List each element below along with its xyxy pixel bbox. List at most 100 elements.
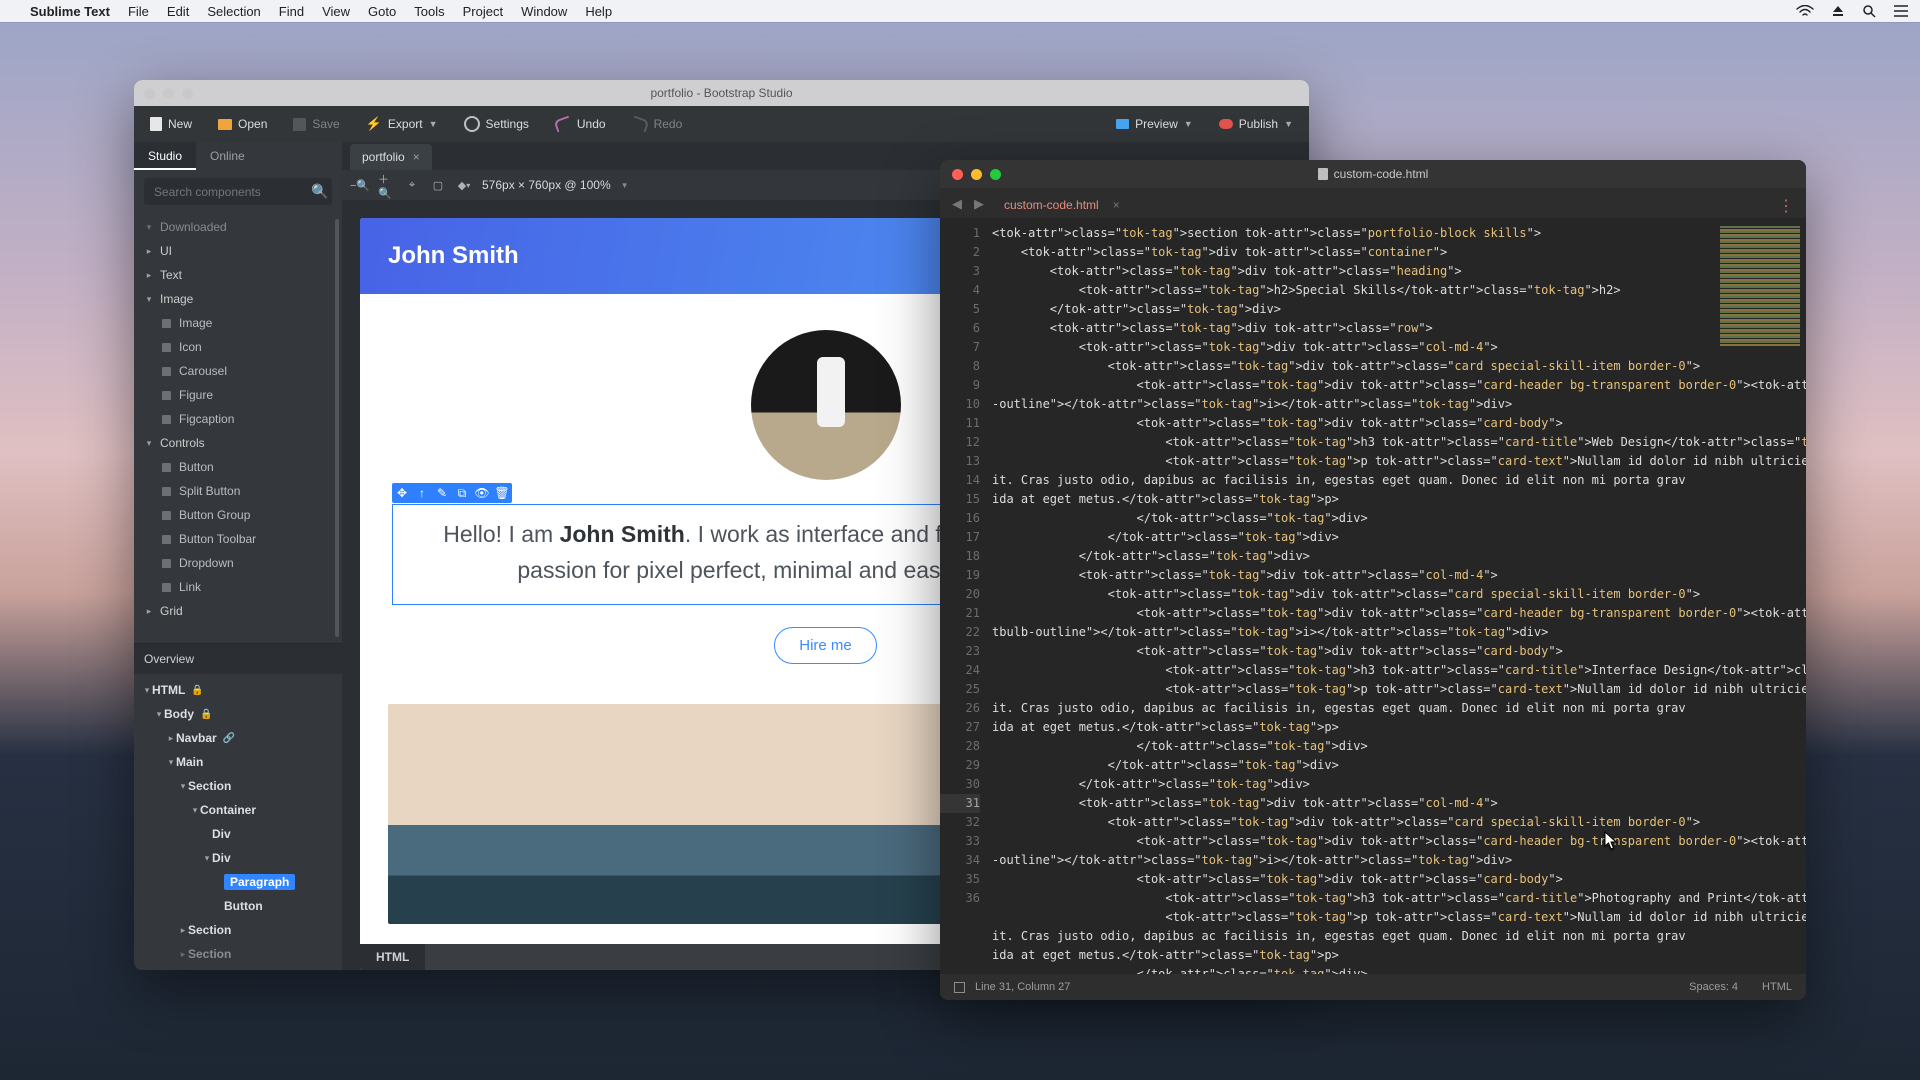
move-icon[interactable]: ✥	[392, 483, 412, 503]
crosshair-icon[interactable]: ⌖	[404, 177, 420, 193]
more-icon[interactable]: ⋮	[1778, 196, 1796, 216]
tree-image-figcaption[interactable]: Figcaption	[134, 407, 342, 431]
menu-help[interactable]: Help	[585, 4, 612, 19]
editor-tab[interactable]: custom-code.html ×	[990, 192, 1134, 218]
up-icon[interactable]: ↑	[412, 483, 432, 503]
tree-controls-split[interactable]: Split Button	[134, 479, 342, 503]
line-gutter: 1234567891011121314151617181920212223242…	[940, 218, 988, 974]
search-icon[interactable]: 🔍	[311, 183, 328, 200]
bs-titlebar[interactable]: portfolio - Bootstrap Studio	[134, 80, 1309, 106]
zoom-out-icon[interactable]: −🔍	[352, 177, 368, 193]
lock-icon: 🔒	[191, 685, 203, 696]
menu-find[interactable]: Find	[279, 4, 304, 19]
tree-controls-dropdown[interactable]: Dropdown	[134, 551, 342, 575]
nav-fwd-icon[interactable]: ▶	[968, 190, 990, 218]
menu-extra-icon[interactable]	[1894, 5, 1908, 17]
code-editor[interactable]: 1234567891011121314151617181920212223242…	[940, 218, 1806, 974]
search-input[interactable]	[152, 184, 311, 200]
hire-me-button[interactable]: Hire me	[774, 627, 877, 664]
sidebar-tab-studio[interactable]: Studio	[134, 142, 196, 170]
preview-icon	[1116, 119, 1129, 129]
new-button[interactable]: New	[144, 113, 198, 135]
open-button[interactable]: Open	[212, 113, 273, 135]
tree-text[interactable]: ▸Text	[134, 263, 342, 287]
spotlight-icon[interactable]	[1862, 4, 1876, 18]
nav-back-icon[interactable]: ◀	[946, 190, 968, 218]
ov-section-1[interactable]: ▾Section	[134, 774, 342, 798]
settings-button[interactable]: Settings	[458, 112, 535, 136]
ov-section-2[interactable]: ▸Section	[134, 918, 342, 942]
bottom-tab-html[interactable]: HTML	[360, 944, 425, 970]
edit-icon[interactable]: ✎	[432, 483, 452, 503]
redo-icon	[630, 116, 649, 133]
export-button[interactable]: ⚡Export▼	[360, 112, 444, 136]
chevron-down-icon: ▼	[429, 119, 438, 129]
eject-icon[interactable]	[1832, 5, 1844, 17]
ov-main[interactable]: ▾Main	[134, 750, 342, 774]
st-titlebar[interactable]: custom-code.html	[940, 160, 1806, 188]
wifi-icon[interactable]	[1796, 5, 1814, 17]
app-name[interactable]: Sublime Text	[30, 4, 110, 19]
ov-html[interactable]: ▾HTML🔒	[134, 678, 342, 702]
code-area[interactable]: <tok-attr">class="tok-tag">section tok-a…	[988, 218, 1806, 974]
minimap[interactable]	[1720, 226, 1800, 346]
menu-selection[interactable]: Selection	[207, 4, 260, 19]
portfolio-avatar[interactable]	[751, 330, 901, 480]
ov-paragraph[interactable]: Paragraph	[134, 870, 342, 894]
undo-button[interactable]: Undo	[549, 113, 612, 135]
status-lang[interactable]: HTML	[1762, 981, 1792, 993]
bolt-icon: ⚡	[366, 116, 382, 132]
design-tab-label: portfolio	[362, 150, 405, 164]
bs-window-title: portfolio - Bootstrap Studio	[134, 86, 1309, 100]
tree-image-carousel[interactable]: Carousel	[134, 359, 342, 383]
layers-icon[interactable]: ◆▾	[456, 177, 472, 193]
tree-image[interactable]: ▾Image	[134, 287, 342, 311]
redo-button[interactable]: Redo	[626, 113, 689, 135]
status-box-icon[interactable]	[954, 982, 965, 993]
zoom-in-icon[interactable]: ＋🔍	[378, 177, 394, 193]
ov-body[interactable]: ▾Body🔒	[134, 702, 342, 726]
close-icon[interactable]: ×	[1113, 198, 1120, 212]
component-tree: ▾Downloaded ▸UI ▸Text ▾Image Image Icon …	[134, 213, 342, 644]
publish-button[interactable]: Publish▼	[1213, 113, 1299, 135]
box-icon[interactable]: ▢	[430, 177, 446, 193]
tree-controls-button[interactable]: Button	[134, 455, 342, 479]
save-button[interactable]: Save	[287, 113, 345, 135]
menu-edit[interactable]: Edit	[167, 4, 189, 19]
ov-div-2[interactable]: ▾Div	[134, 846, 342, 870]
tree-image-image[interactable]: Image	[134, 311, 342, 335]
chevron-down-icon: ▼	[1184, 119, 1193, 129]
component-search[interactable]: 🔍	[144, 178, 332, 205]
tree-grid[interactable]: ▸Grid	[134, 599, 342, 623]
tree-controls-link[interactable]: Link	[134, 575, 342, 599]
tree-image-figure[interactable]: Figure	[134, 383, 342, 407]
viewport-size[interactable]: 576px × 760px @ 100%	[482, 178, 611, 192]
tree-image-icon[interactable]: Icon	[134, 335, 342, 359]
ov-navbar[interactable]: ▸Navbar🔗	[134, 726, 342, 750]
delete-icon[interactable]: 🗑	[492, 483, 512, 503]
tree-downloaded[interactable]: ▾Downloaded	[134, 215, 342, 239]
gear-icon	[464, 116, 480, 132]
menu-window[interactable]: Window	[521, 4, 567, 19]
menu-view[interactable]: View	[322, 4, 350, 19]
ov-button[interactable]: Button	[134, 894, 342, 918]
menu-tools[interactable]: Tools	[414, 4, 444, 19]
hide-icon[interactable]: 👁	[472, 483, 492, 503]
ov-div-1[interactable]: Div	[134, 822, 342, 846]
close-icon[interactable]: ×	[413, 150, 420, 164]
tree-ui[interactable]: ▸UI	[134, 239, 342, 263]
menu-file[interactable]: File	[128, 4, 149, 19]
ov-container[interactable]: ▾Container	[134, 798, 342, 822]
menu-project[interactable]: Project	[463, 4, 503, 19]
copy-icon[interactable]: ⧉	[452, 483, 472, 503]
sublime-window: custom-code.html ◀ ▶ custom-code.html × …	[940, 160, 1806, 1000]
preview-button[interactable]: Preview▼	[1110, 113, 1199, 135]
tree-controls-group[interactable]: Button Group	[134, 503, 342, 527]
ov-section-3[interactable]: ▸Section	[134, 942, 342, 966]
status-spaces[interactable]: Spaces: 4	[1689, 981, 1738, 993]
design-tab[interactable]: portfolio ×	[350, 144, 432, 170]
tree-controls[interactable]: ▾Controls	[134, 431, 342, 455]
menu-goto[interactable]: Goto	[368, 4, 396, 19]
tree-controls-toolbar[interactable]: Button Toolbar	[134, 527, 342, 551]
sidebar-tab-online[interactable]: Online	[196, 142, 259, 170]
